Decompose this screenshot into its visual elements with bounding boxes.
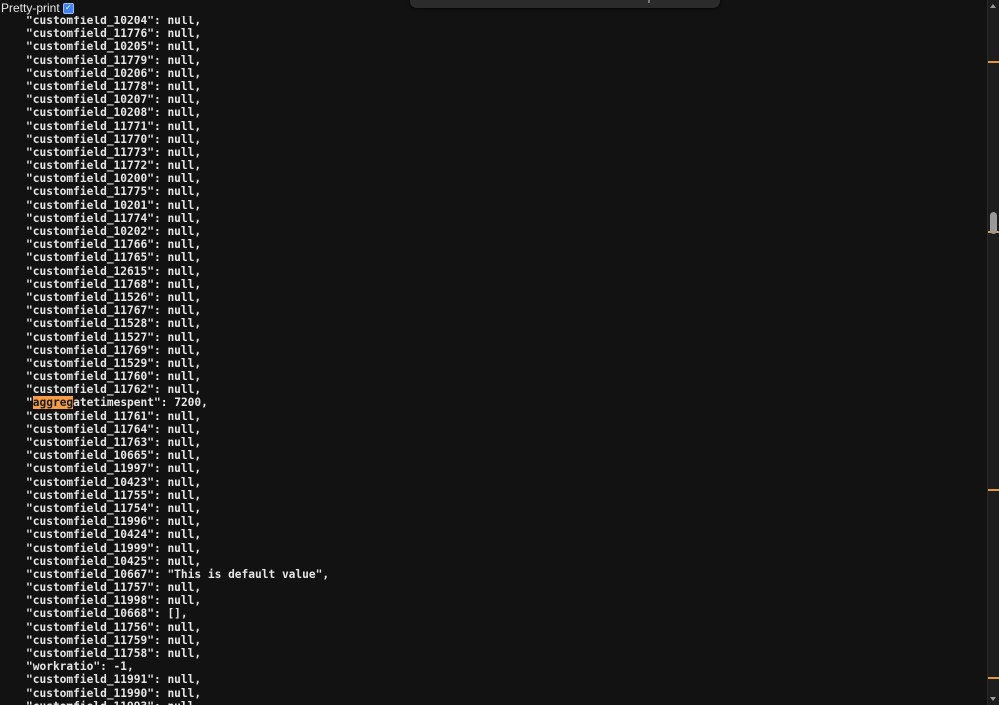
json-line: "customfield_11997": null, — [26, 462, 202, 476]
json-line: "customfield_11754": null, — [26, 501, 202, 515]
scrollbar-thumb[interactable] — [990, 212, 997, 234]
json-line: "customfield_11772": null, — [26, 159, 202, 173]
json-line: "customfield_11778": null, — [26, 79, 202, 93]
json-line: "customfield_11999": null, — [26, 541, 202, 555]
json-line: "workratio": -1, — [26, 660, 134, 674]
json-line: "customfield_11527": null, — [26, 330, 202, 344]
json-line: "customfield_11757": null, — [26, 581, 202, 595]
json-line: "customfield_11767": null, — [26, 304, 202, 318]
json-line: "customfield_11998": null, — [26, 594, 202, 608]
match-marker — [988, 489, 999, 491]
json-line: "customfield_10200": null, — [26, 172, 202, 186]
quote: " — [26, 396, 33, 410]
json-line: "customfield_11764": null, — [26, 422, 202, 436]
json-line: "customfield_10667": "This is default va… — [26, 567, 330, 581]
json-line: "customfield_11528": null, — [26, 317, 202, 331]
json-line: "customfield_12615": null, — [26, 264, 202, 278]
find-bar-indicator — [648, 0, 650, 3]
match-marker — [988, 61, 999, 63]
scroll-up-icon[interactable] — [990, 4, 996, 8]
json-line-highlighted: "aggregatetimespent": 7200, — [26, 396, 329, 410]
pretty-print-label: Pretty-print — [1, 1, 60, 15]
json-line: "customfield_10205": null, — [26, 40, 202, 54]
check-icon: ✓ — [65, 2, 71, 13]
json-line: "customfield_11771": null, — [26, 119, 202, 133]
match-marker — [988, 677, 999, 679]
json-line: "customfield_11766": null, — [26, 238, 202, 252]
json-line: "customfield_10201": null, — [26, 198, 202, 212]
json-viewer: "customfield_10204": null, "customfield_1… — [0, 0, 987, 705]
scroll-down-icon[interactable] — [990, 697, 996, 701]
json-line: "customfield_11775": null, — [26, 185, 202, 199]
json-line: "customfield_11755": null, — [26, 488, 202, 502]
json-line: "customfield_11763": null, — [26, 436, 202, 449]
json-line: "customfield_11996": null, — [26, 515, 202, 529]
json-line: "customfield_10423": null, — [26, 475, 202, 489]
json-line: "customfield_11774": null, — [26, 211, 202, 225]
json-line: "customfield_10665": null, — [26, 449, 202, 463]
json-line: "customfield_10206": null, — [26, 66, 202, 80]
find-bar[interactable] — [410, 0, 720, 8]
json-line: "customfield_11765": null, — [26, 251, 202, 265]
json-line: "customfield_11993": null, — [26, 700, 329, 705]
search-match: aggreg — [32, 396, 74, 410]
json-line: "customfield_10424": null, — [26, 528, 202, 542]
json-line: "customfield_11991": null, — [26, 673, 202, 687]
json-line: "customfield_11762": null, — [26, 383, 202, 397]
json-line: "customfield_11526": null, — [26, 290, 202, 304]
json-line: "customfield_11756": null, — [26, 620, 202, 634]
json-line: "customfield_11990": null, — [26, 686, 202, 700]
json-line: "customfield_11759": null, — [26, 633, 202, 647]
json-line: "customfield_11779": null, — [26, 53, 202, 67]
json-line: "customfield_11768": null, — [26, 277, 202, 291]
json-line: "customfield_11770": null, — [26, 132, 202, 146]
match-rest: atetimespent": 7200, — [73, 396, 208, 410]
json-line: "customfield_11529": null, — [26, 356, 202, 370]
json-line: "customfield_11773": null, — [26, 145, 202, 159]
pretty-print-checkbox[interactable]: ✓ — [62, 2, 74, 14]
json-line: "customfield_11761": null, — [26, 409, 202, 423]
json-lines: "customfield_10204": null, "customfield_1… — [26, 14, 329, 705]
json-line: "customfield_10202": null, — [26, 225, 202, 238]
json-line: "customfield_11769": null, — [26, 343, 202, 357]
json-line: "customfield_11758": null, — [26, 647, 202, 660]
json-line: "customfield_11776": null, — [26, 27, 202, 41]
json-line: "customfield_10208": null, — [26, 106, 202, 120]
scrollbar[interactable] — [987, 0, 999, 705]
json-line: "customfield_10207": null, — [26, 93, 202, 107]
json-line: "customfield_10425": null, — [26, 554, 202, 568]
json-line: "customfield_10668": [], — [26, 607, 188, 621]
json-line: "customfield_11760": null, — [26, 370, 202, 384]
